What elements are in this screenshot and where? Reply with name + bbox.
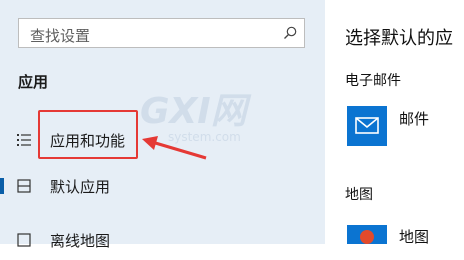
search-icon[interactable] — [282, 25, 298, 41]
mail-app-label[interactable]: 邮件 — [399, 108, 429, 129]
sidebar-item-label: 离线地图 — [50, 232, 111, 250]
sidebar-item-default-apps[interactable]: 默认应用 — [0, 166, 325, 206]
active-indicator — [0, 178, 4, 194]
sidebar: 查找设置 应用 应用和功能 默认应用 离线地图 GXI网 system.com — [0, 0, 325, 250]
map-section-label: 地图 — [345, 187, 373, 203]
default-apps-icon — [17, 179, 31, 193]
mail-app-tile[interactable] — [347, 106, 387, 146]
page-title: 选择默认的应 — [345, 28, 453, 49]
content-panel: 选择默认的应 电子邮件 邮件 地图 地图 — [325, 0, 464, 246]
arrow-icon — [142, 136, 207, 160]
sidebar-item-label: 默认应用 — [50, 178, 111, 196]
search-placeholder: 查找设置 — [30, 27, 91, 45]
highlight-box — [38, 110, 138, 159]
settings-window: 查找设置 应用 应用和功能 默认应用 离线地图 GXI网 system.com … — [0, 0, 464, 250]
section-title-apps: 应用 — [18, 73, 49, 91]
location-pin-icon — [360, 230, 374, 244]
search-input[interactable]: 查找设置 — [18, 18, 305, 48]
list-icon — [17, 134, 31, 146]
email-section-label: 电子邮件 — [345, 73, 401, 89]
mail-icon — [355, 117, 379, 134]
sidebar-item-offline-maps[interactable]: 离线地图 — [0, 220, 325, 260]
maps-app-tile[interactable] — [347, 225, 387, 244]
map-icon — [17, 233, 31, 247]
